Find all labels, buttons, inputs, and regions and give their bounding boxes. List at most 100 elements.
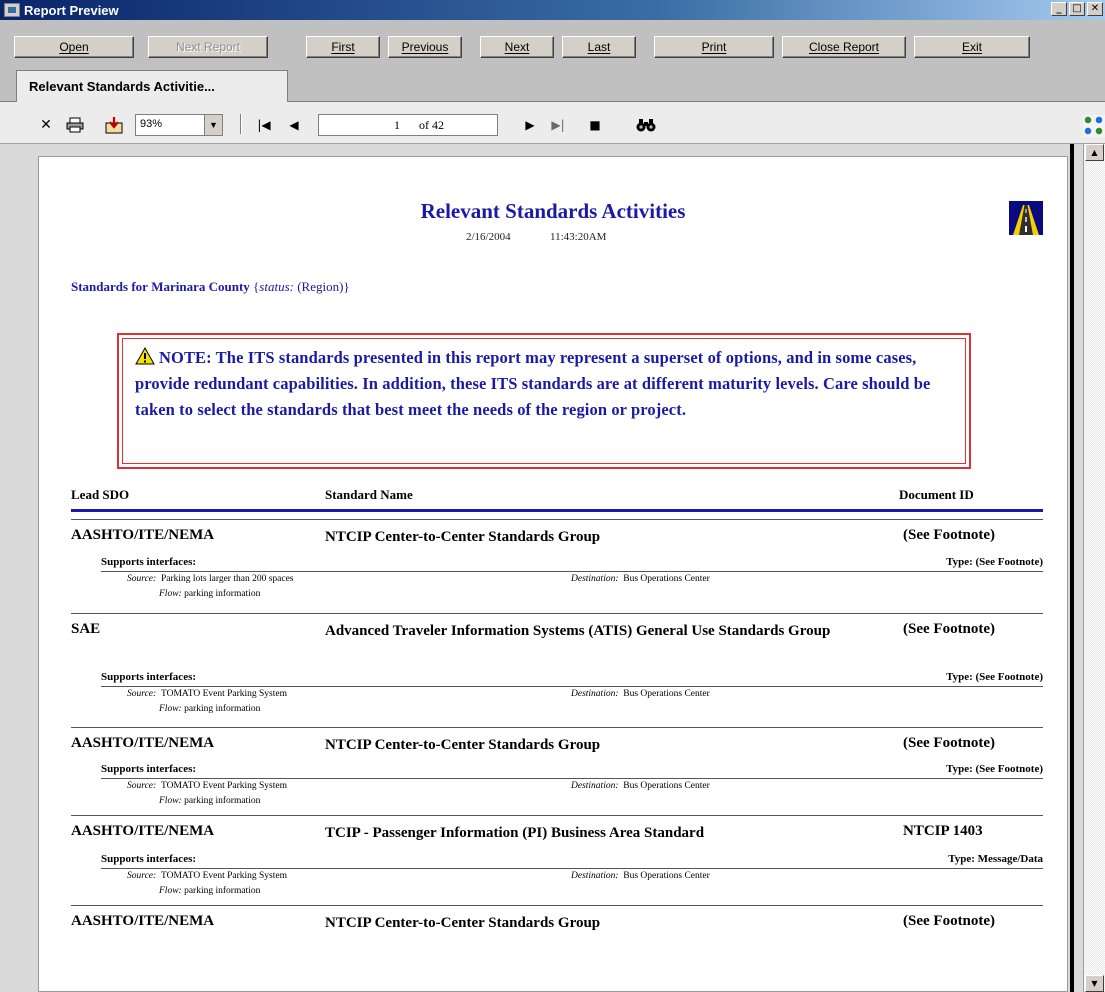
close-report-button[interactable]: Close Report — [782, 36, 906, 58]
next-report-button[interactable]: Next Report — [148, 36, 268, 58]
destination-value: Bus Operations Center — [623, 574, 710, 584]
tab-relevant-standards-activities[interactable]: Relevant Standards Activitie... — [16, 70, 288, 103]
source-entry: Source: TOMATO Event Parking System — [127, 781, 287, 791]
lead-sdo: SAE — [71, 621, 101, 637]
row-divider — [71, 613, 1043, 614]
print-button[interactable]: Print — [654, 36, 774, 58]
destination-label: Destination: — [571, 689, 619, 699]
lead-sdo: AASHTO/ITE/NEMA — [71, 913, 215, 929]
interface-type: Type: (See Footnote) — [946, 763, 1043, 775]
column-header-document-id: Document ID — [899, 487, 974, 502]
document-id: (See Footnote) — [903, 735, 996, 751]
flow-label: Flow: — [159, 796, 182, 806]
region-line: Standards for Marinara County {status: (… — [71, 279, 350, 295]
last-button[interactable]: Last — [562, 36, 636, 58]
row-divider — [71, 815, 1043, 816]
next-button[interactable]: Next — [480, 36, 554, 58]
toolbar-separator — [240, 114, 242, 134]
table-row: AASHTO/ITE/NEMA NTCIP Center-to-Center S… — [71, 905, 1043, 965]
last-page-icon[interactable]: ▶| — [546, 114, 570, 136]
interface-type: Type: (See Footnote) — [946, 556, 1043, 568]
report-date: 2/16/2004 — [466, 231, 511, 243]
flow-label: Flow: — [159, 589, 182, 599]
window-titlebar: Report Preview _ □ ✕ — [0, 0, 1105, 20]
source-label: Source: — [127, 781, 157, 791]
flow-label: Flow: — [159, 886, 182, 896]
vertical-scrollbar[interactable]: ▲ ▼ — [1083, 144, 1105, 992]
source-entry: Source: TOMATO Event Parking System — [127, 689, 287, 699]
table-row: AASHTO/ITE/NEMA NTCIP Center-to-Center S… — [71, 519, 1043, 613]
row-divider — [71, 905, 1043, 906]
flow-label: Flow: — [159, 704, 182, 714]
source-entry: Source: TOMATO Event Parking System — [127, 871, 287, 881]
first-button[interactable]: First — [306, 36, 380, 58]
report-command-bar: Open Next Report First Previous Next Las… — [0, 20, 1105, 62]
lead-sdo: AASHTO/ITE/NEMA — [71, 527, 215, 543]
zoom-select[interactable]: 93% ▼ — [135, 114, 223, 136]
stop-icon[interactable]: ■ — [586, 114, 604, 136]
binoculars-search-icon[interactable] — [634, 114, 658, 136]
flow-entry: Flow: parking information — [159, 886, 260, 896]
flow-entry: Flow: parking information — [159, 704, 260, 714]
maximize-button[interactable]: □ — [1069, 2, 1085, 16]
scroll-down-icon[interactable]: ▼ — [1085, 975, 1104, 992]
export-icon[interactable] — [102, 114, 126, 136]
printer-icon[interactable] — [64, 114, 86, 136]
source-entry: Source: Parking lots larger than 200 spa… — [127, 574, 294, 584]
flow-value: parking information — [184, 704, 261, 714]
document-id: (See Footnote) — [903, 527, 996, 543]
zoom-value: 93% — [140, 118, 163, 130]
note-text: NOTE: The ITS standards presented in thi… — [135, 348, 931, 419]
sub-divider — [101, 686, 1043, 687]
page-shadow-edge — [1070, 144, 1074, 992]
minimize-button[interactable]: _ — [1051, 2, 1067, 16]
document-id: (See Footnote) — [903, 913, 996, 929]
exit-button[interactable]: Exit — [914, 36, 1030, 58]
destination-entry: Destination: Bus Operations Center — [571, 781, 710, 791]
source-value: Parking lots larger than 200 spaces — [160, 574, 294, 584]
flow-value: parking information — [184, 589, 261, 599]
sub-divider — [101, 571, 1043, 572]
standard-name: TCIP - Passenger Information (PI) Busine… — [325, 825, 705, 841]
window-controls: _ □ ✕ — [1051, 2, 1103, 16]
source-value: TOMATO Event Parking System — [160, 689, 288, 699]
report-tab-strip: Relevant Standards Activitie... — [0, 62, 1105, 103]
current-page-number: 1 — [394, 118, 400, 132]
open-button[interactable]: Open — [14, 36, 134, 58]
document-id: (See Footnote) — [903, 621, 996, 637]
next-page-icon[interactable]: ▶ — [520, 114, 540, 136]
scroll-up-icon[interactable]: ▲ — [1085, 144, 1104, 161]
region-name: Marinara County — [151, 279, 250, 294]
supports-interfaces-label: Supports interfaces: — [101, 556, 197, 568]
destination-value: Bus Operations Center — [623, 781, 710, 791]
close-window-button[interactable]: ✕ — [1087, 2, 1103, 16]
page-number-field[interactable]: 1 of 42 — [318, 114, 498, 136]
destination-value: Bus Operations Center — [623, 689, 710, 699]
previous-page-icon[interactable]: ◀ — [284, 114, 304, 136]
destination-entry: Destination: Bus Operations Center — [571, 574, 710, 584]
standard-name: Advanced Traveler Information Systems (A… — [325, 623, 831, 639]
flow-entry: Flow: parking information — [159, 796, 260, 806]
previous-button[interactable]: Previous — [388, 36, 462, 58]
close-current-view-icon[interactable]: ✕ — [36, 114, 56, 136]
first-page-icon[interactable]: |◀ — [254, 114, 274, 136]
report-preview-app-icon — [4, 3, 20, 17]
standard-name: NTCIP Center-to-Center Standards Group — [325, 915, 601, 931]
road-logo-icon — [1009, 201, 1043, 235]
destination-entry: Destination: Bus Operations Center — [571, 689, 710, 699]
grid-tile-icon[interactable] — [1083, 115, 1105, 137]
sub-divider — [101, 868, 1043, 869]
supports-interfaces-label: Supports interfaces: — [101, 853, 197, 865]
table-row: SAE Advanced Traveler Information System… — [71, 613, 1043, 727]
source-label: Source: — [127, 689, 157, 699]
page-total: of 42 — [419, 118, 444, 132]
report-viewport: Relevant Standards Activities 2/16/2004 … — [0, 144, 1083, 992]
status-label: status: — [259, 279, 294, 294]
viewer-toolbar: ✕ 93% ▼ |◀ ◀ 1 of 42 ▶ ▶| ■ — [0, 102, 1105, 144]
interface-type: Type: (See Footnote) — [946, 671, 1043, 683]
flow-value: parking information — [184, 886, 261, 896]
chevron-down-icon[interactable]: ▼ — [204, 115, 222, 135]
status-value: (Region)} — [297, 279, 350, 294]
table-row: AASHTO/ITE/NEMA TCIP - Passenger Informa… — [71, 815, 1043, 905]
lead-sdo: AASHTO/ITE/NEMA — [71, 823, 215, 839]
